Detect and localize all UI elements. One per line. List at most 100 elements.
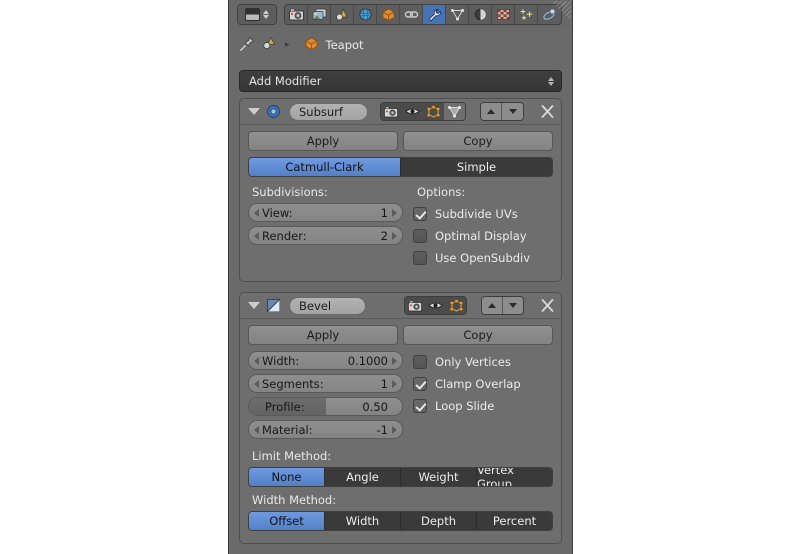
subdivision-type-catmull-clark[interactable]: Catmull-Clark [249, 158, 401, 176]
checker-texture-icon [496, 8, 510, 20]
move-up-button[interactable] [481, 103, 503, 120]
triangle-down-icon[interactable] [248, 302, 260, 309]
field-label: Segments: [262, 376, 324, 391]
field-view-subdivisions[interactable]: View: 1 [248, 203, 403, 222]
breadcrumb-object-name[interactable]: Teapot [326, 38, 364, 52]
add-modifier-dropdown[interactable]: Add Modifier [239, 70, 562, 92]
field-profile-slider[interactable]: Profile: 0.50 [248, 397, 403, 416]
breadcrumb-context-icon[interactable] [262, 36, 277, 54]
toggle-realtime[interactable] [402, 103, 424, 120]
toggle-render[interactable] [405, 297, 426, 314]
field-material[interactable]: Material: -1 [248, 420, 403, 439]
copy-button-bevel[interactable]: Copy [403, 325, 553, 345]
modifier-body-subsurf: Apply Copy Catmull-Clark Simple Subdivis… [240, 125, 561, 277]
checkbox-optimal-display[interactable]: Optimal Display [413, 225, 553, 247]
checkbox-icon[interactable] [413, 229, 427, 243]
orange-cube-icon [382, 8, 394, 21]
width-method-offset[interactable]: Offset [249, 512, 325, 530]
decrement-arrow-icon[interactable] [254, 379, 259, 388]
breadcrumb-object-icon [304, 37, 319, 54]
camera-icon [288, 8, 304, 20]
checkbox-label: Optimal Display [435, 229, 527, 243]
modifier-panel-bevel: Bevel Apply Copy Width: 0.1000 Segments:… [239, 292, 562, 544]
checkbox-icon[interactable] [413, 207, 427, 221]
tab-modifiers[interactable] [423, 4, 446, 24]
checkbox-icon[interactable] [413, 355, 427, 369]
globe-icon [359, 8, 371, 20]
field-segments[interactable]: Segments: 1 [248, 374, 403, 393]
tab-material[interactable] [469, 4, 492, 24]
modifier-move-buttons-bevel [481, 296, 525, 315]
increment-arrow-icon[interactable] [392, 231, 397, 240]
tab-render[interactable] [285, 4, 308, 24]
close-icon[interactable] [540, 104, 555, 120]
tab-constraints[interactable] [400, 4, 423, 24]
copy-button-subsurf[interactable]: Copy [403, 131, 553, 151]
pin-icon[interactable] [239, 36, 255, 55]
editor-type-selector[interactable] [237, 3, 277, 25]
toggle-render[interactable] [381, 103, 403, 120]
checkbox-clamp-overlap[interactable]: Clamp Overlap [413, 373, 553, 395]
width-method-percent[interactable]: Percent [477, 512, 552, 530]
tab-object[interactable] [377, 4, 400, 24]
move-up-button[interactable] [482, 297, 503, 314]
limit-method-angle[interactable]: Angle [325, 468, 401, 486]
checkbox-label: Subdivide UVs [435, 207, 518, 221]
checkbox-icon[interactable] [413, 377, 427, 391]
tab-scene[interactable] [331, 4, 354, 24]
close-icon[interactable] [540, 298, 555, 314]
checkbox-use-opensubdiv[interactable]: Use OpenSubdiv [413, 247, 553, 269]
checkbox-loop-slide[interactable]: Loop Slide [413, 395, 553, 417]
limit-method-none[interactable]: None [249, 468, 325, 486]
modifier-name-field-subsurf[interactable]: Subsurf [289, 102, 369, 121]
subdivisions-column: Subdivisions: View: 1 Render: 2 [248, 181, 403, 269]
field-label: Material: [262, 422, 313, 437]
apply-button-bevel[interactable]: Apply [248, 325, 398, 345]
move-down-button[interactable] [502, 103, 523, 120]
field-label: Profile: [265, 399, 305, 414]
checkbox-icon[interactable] [413, 399, 427, 413]
apply-button-subsurf[interactable]: Apply [248, 131, 398, 151]
tab-object-data[interactable] [446, 4, 469, 24]
limit-method-weight[interactable]: Weight [401, 468, 477, 486]
field-label: Render: [262, 228, 307, 243]
field-render-subdivisions[interactable]: Render: 2 [248, 226, 403, 245]
wrench-icon [428, 8, 441, 21]
width-method-depth[interactable]: Depth [401, 512, 477, 530]
toggle-editmode[interactable] [423, 103, 445, 120]
subdivision-type-selector: Catmull-Clark Simple [248, 157, 553, 177]
tab-texture[interactable] [492, 4, 515, 24]
width-method-width[interactable]: Width [325, 512, 401, 530]
checkbox-subdivide-uvs[interactable]: Subdivide UVs [413, 203, 553, 225]
field-width[interactable]: Width: 0.1000 [248, 351, 403, 370]
decrement-arrow-icon[interactable] [254, 208, 259, 217]
decrement-arrow-icon[interactable] [254, 356, 259, 365]
triangle-down-icon[interactable] [248, 108, 260, 115]
modifier-body-bevel: Apply Copy Width: 0.1000 Segments: 1 Pro… [240, 319, 561, 539]
subdivision-type-simple[interactable]: Simple [401, 158, 552, 176]
tab-particles[interactable] [515, 4, 538, 24]
increment-arrow-icon[interactable] [392, 208, 397, 217]
toggle-on-cage[interactable] [444, 103, 465, 120]
increment-arrow-icon[interactable] [392, 425, 397, 434]
limit-method-vertex-group[interactable]: Vertex Group [477, 468, 552, 486]
checkbox-only-vertices[interactable]: Only Vertices [413, 351, 553, 373]
modifier-panel-subsurf: Subsurf Apply Copy Catmull-Clark Simple … [239, 98, 562, 282]
tab-render-layers[interactable] [308, 4, 331, 24]
checkbox-icon[interactable] [413, 251, 427, 265]
particles-icon [519, 8, 532, 20]
increment-arrow-icon[interactable] [392, 356, 397, 365]
modifier-name-field-bevel[interactable]: Bevel [289, 296, 367, 315]
properties-editor: ▸ Teapot Add Modifier Subsurf Apply Copy… [228, 0, 573, 554]
toggle-realtime[interactable] [425, 297, 446, 314]
width-method-selector: Offset Width Depth Percent [248, 511, 553, 531]
move-down-button[interactable] [502, 297, 524, 314]
add-modifier-label: Add Modifier [249, 74, 322, 88]
breadcrumb: ▸ Teapot [229, 28, 572, 62]
decrement-arrow-icon[interactable] [254, 231, 259, 240]
editor-type-icon[interactable] [238, 4, 276, 24]
decrement-arrow-icon[interactable] [254, 425, 259, 434]
increment-arrow-icon[interactable] [392, 379, 397, 388]
toggle-editmode[interactable] [445, 297, 467, 314]
tab-world[interactable] [354, 4, 377, 24]
